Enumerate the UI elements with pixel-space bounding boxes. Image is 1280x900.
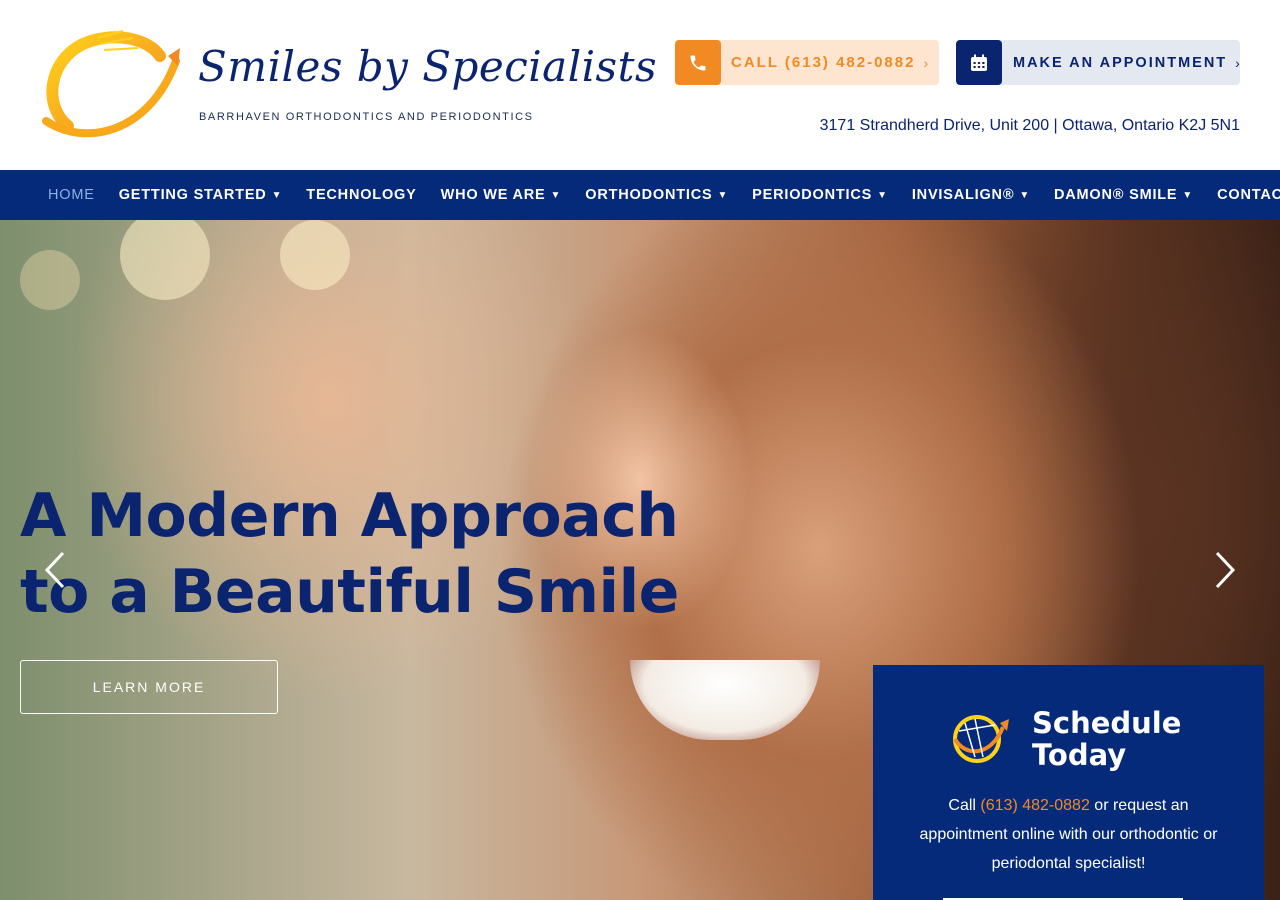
nav-item-technology[interactable]: TECHNOLOGY <box>306 187 416 203</box>
chevron-left-icon[interactable] <box>40 550 70 590</box>
office-address: 3171 Strandherd Drive, Unit 200 | Ottawa… <box>819 117 1240 134</box>
schedule-phone-link[interactable]: (613) 482-0882 <box>980 797 1089 814</box>
make-appointment-button[interactable]: MAKE AN APPOINTMENT › <box>956 40 1240 85</box>
nav-item-who-we-are[interactable]: WHO WE ARE ▼ <box>441 187 562 203</box>
nav-item-periodontics[interactable]: PERIODONTICS ▼ <box>752 187 888 203</box>
schedule-title-line-2: Today <box>1032 738 1127 772</box>
nav-item-label: CONTACT <box>1217 187 1280 203</box>
hero-slider: A Modern Approach to a Beautiful Smile L… <box>0 220 1280 900</box>
nav-item-label: DAMON® SMILE <box>1054 187 1178 203</box>
chevron-right-icon[interactable] <box>1210 550 1240 590</box>
main-nav: HOME GETTING STARTED ▼ TECHNOLOGY WHO WE … <box>0 170 1280 220</box>
call-button[interactable]: CALL (613) 482-0882 › <box>675 40 939 85</box>
nav-item-orthodontics[interactable]: ORTHODONTICS ▼ <box>585 187 728 203</box>
chevron-down-icon: ▼ <box>271 189 283 201</box>
nav-item-label: HOME <box>48 187 95 203</box>
site-header: Smiles by Specialists BARRHAVEN ORTHODON… <box>0 0 1280 170</box>
nav-item-damon-smile[interactable]: DAMON® SMILE ▼ <box>1054 187 1193 203</box>
sun-swoosh-logo-icon <box>42 30 180 138</box>
hero-photo-smile <box>630 660 820 740</box>
learn-more-button[interactable]: LEARN MORE <box>20 660 278 714</box>
schedule-card: Schedule Today Call (613) 482-0882 or re… <box>873 665 1264 900</box>
nav-item-getting-started[interactable]: GETTING STARTED ▼ <box>119 187 283 203</box>
chevron-down-icon: ▼ <box>717 189 729 201</box>
headline-line-2: to a Beautiful Smile <box>20 557 679 627</box>
logo-wordmark: Smiles by Specialists <box>198 42 658 91</box>
nav-item-home[interactable]: HOME <box>48 187 95 203</box>
chevron-down-icon: ▼ <box>1182 189 1194 201</box>
appointment-label: MAKE AN APPOINTMENT <box>1013 54 1228 71</box>
chevron-down-icon: ▼ <box>1019 189 1031 201</box>
nav-item-label: PERIODONTICS <box>752 187 873 203</box>
schedule-description: Call (613) 482-0882 or request an appoin… <box>903 791 1234 878</box>
chevron-down-icon: ▼ <box>877 189 888 201</box>
nav-item-label: GETTING STARTED <box>118 187 267 203</box>
chevron-down-icon: ▼ <box>550 189 562 201</box>
schedule-title: Schedule Today <box>1032 707 1181 771</box>
nav-item-label: INVISALIGN® <box>911 187 1015 203</box>
bokeh-light <box>20 250 80 310</box>
nav-item-label: ORTHODONTICS <box>585 187 713 203</box>
schedule-text-before: Call <box>948 797 981 814</box>
nav-item-label: TECHNOLOGY <box>306 187 417 203</box>
nav-item-label: WHO WE ARE <box>440 187 546 203</box>
phone-icon <box>675 40 721 85</box>
headline-line-1: A Modern Approach <box>20 481 679 551</box>
schedule-title-line-1: Schedule <box>1032 706 1182 740</box>
globe-swoosh-icon <box>953 715 1009 763</box>
nav-item-invisalign[interactable]: INVISALIGN® ▼ <box>912 187 1030 203</box>
bokeh-light <box>120 220 210 300</box>
nav-item-contact[interactable]: CONTACT▼ <box>1217 187 1280 203</box>
logo-tagline: BARRHAVEN ORTHODONTICS AND PERIODONTICS <box>199 111 534 123</box>
hero-headline: A Modern Approach to a Beautiful Smile <box>20 478 679 630</box>
call-label: CALL (613) 482-0882 <box>731 54 916 71</box>
site-logo[interactable]: Smiles by Specialists BARRHAVEN ORTHODON… <box>38 26 657 146</box>
chevron-right-icon: › <box>923 54 929 71</box>
chevron-right-icon: › <box>1235 54 1240 71</box>
bokeh-light <box>280 220 350 290</box>
calendar-icon <box>956 40 1002 85</box>
